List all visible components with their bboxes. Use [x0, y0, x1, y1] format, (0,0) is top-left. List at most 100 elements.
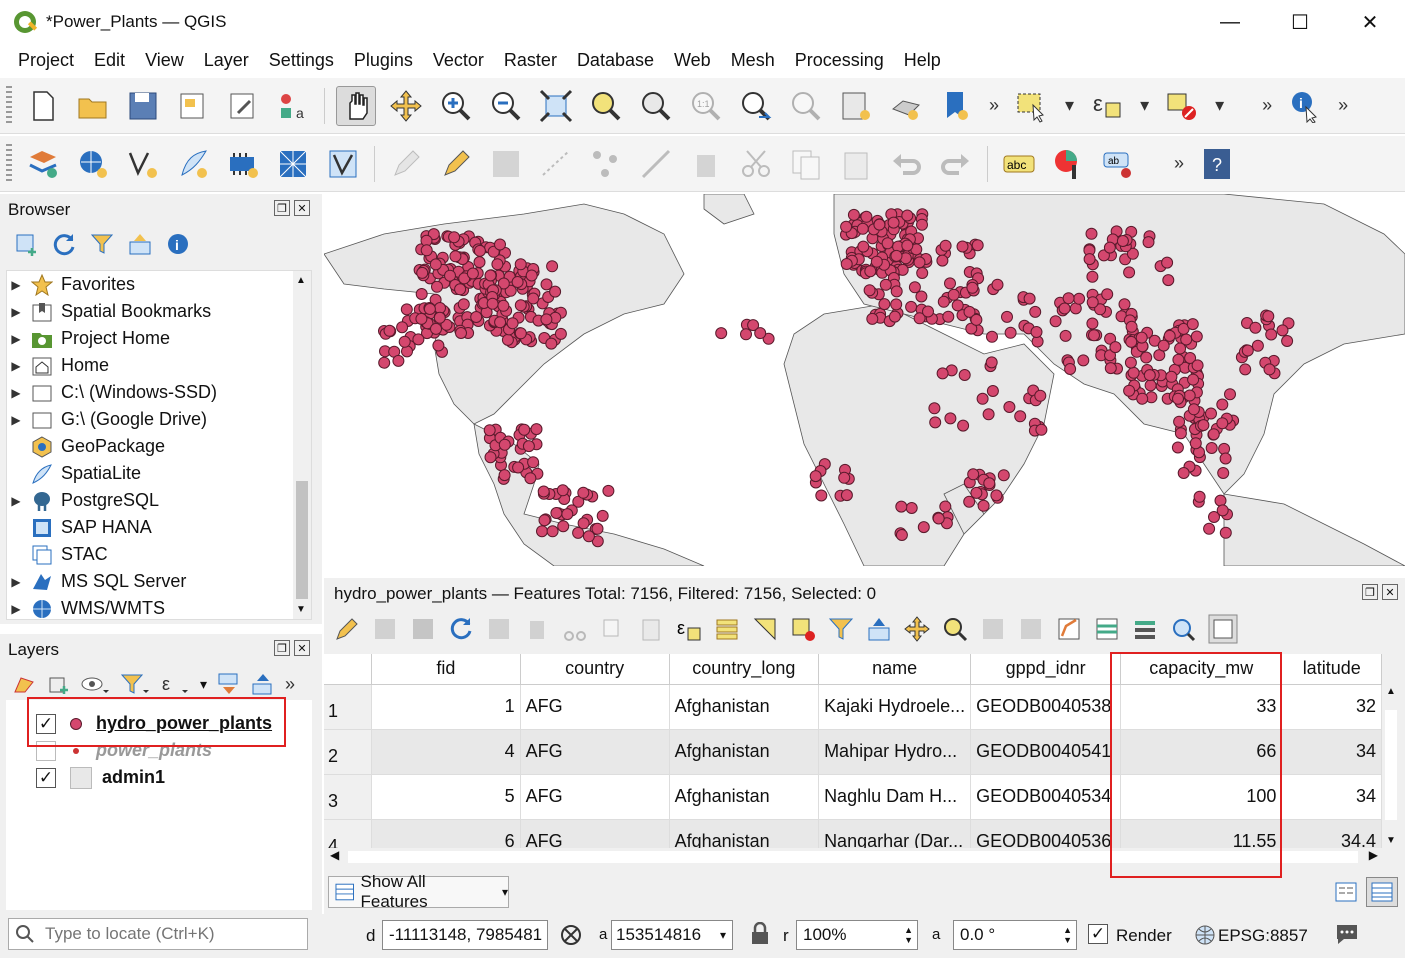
collapse-all-icon[interactable]	[128, 232, 152, 256]
zoom-full-icon[interactable]	[536, 86, 576, 126]
layer-labeling-icon[interactable]: abc	[999, 144, 1039, 184]
conditional-formatting-icon[interactable]	[1094, 616, 1120, 642]
cut-features-icon[interactable]	[736, 144, 776, 184]
data-source-manager-icon[interactable]	[23, 144, 63, 184]
toolbar-overflow-3-icon[interactable]: »	[1338, 95, 1348, 116]
cell-gppd-idnr[interactable]: GEODB0040541	[970, 729, 1122, 775]
menu-help[interactable]: Help	[894, 50, 951, 71]
new-shapefile-layer-icon[interactable]	[123, 144, 163, 184]
menu-raster[interactable]: Raster	[494, 50, 567, 71]
browser-item[interactable]: ▶ Home	[7, 352, 311, 379]
menu-settings[interactable]: Settings	[259, 50, 344, 71]
cell-gppd-idnr[interactable]: GEODB0040536	[970, 819, 1122, 848]
open-project-icon[interactable]	[73, 86, 113, 126]
new-memory-layer-icon[interactable]	[223, 144, 263, 184]
grid-vertical-scrollbar[interactable]: ▲ ▼	[1382, 684, 1400, 848]
close-panel-icon[interactable]: ✕	[294, 200, 310, 216]
paste-table-icon[interactable]	[638, 616, 664, 642]
pan-to-selected-icon[interactable]	[904, 616, 930, 642]
scale-dropdown-icon[interactable]: ▾	[720, 928, 726, 942]
layout-manager-icon[interactable]	[223, 86, 263, 126]
move-selection-top-icon[interactable]	[866, 616, 892, 642]
reload-table-icon[interactable]	[448, 616, 474, 642]
undo-icon[interactable]	[886, 144, 926, 184]
new-3d-map-view-icon[interactable]	[886, 86, 926, 126]
deselect-dropdown-icon[interactable]: ▾	[1215, 95, 1224, 116]
select-by-expression-icon[interactable]: ε	[1087, 86, 1127, 126]
menu-plugins[interactable]: Plugins	[344, 50, 423, 71]
browser-item[interactable]: ▶ WMS/WMTS	[7, 595, 311, 619]
new-virtual-vector-icon[interactable]	[323, 144, 363, 184]
menu-view[interactable]: View	[135, 50, 194, 71]
toggle-editing-table-icon[interactable]	[334, 616, 360, 642]
multi-edit-icon[interactable]	[372, 616, 398, 642]
style-panel-icon[interactable]	[12, 672, 36, 696]
crs-globe-icon[interactable]	[1194, 924, 1216, 946]
zoom-to-selection-icon[interactable]	[586, 86, 626, 126]
browser-item[interactable]: GeoPackage	[7, 433, 311, 460]
add-group-icon[interactable]	[46, 672, 70, 696]
digitize-line-icon[interactable]	[536, 144, 576, 184]
expression-dropdown-icon[interactable]: ▾	[1140, 95, 1149, 116]
toolbar-overflow-2-icon[interactable]: »	[1262, 95, 1272, 116]
row-number[interactable]: 2	[324, 729, 373, 775]
cell-fid[interactable]: 6	[371, 819, 521, 848]
new-map-view-icon[interactable]	[836, 86, 876, 126]
zoom-native-icon[interactable]: 1:1	[686, 86, 726, 126]
save-project-icon[interactable]	[123, 86, 163, 126]
cell-name[interactable]: Naghlu Dam H...	[818, 774, 972, 820]
column-header-country-long[interactable]: country_long	[669, 654, 820, 685]
refresh-icon[interactable]	[52, 232, 76, 256]
organize-columns-icon[interactable]	[1132, 616, 1158, 642]
menu-web[interactable]: Web	[664, 50, 721, 71]
identify-features-icon[interactable]: i	[1285, 86, 1325, 126]
dock-table-icon[interactable]	[1208, 614, 1238, 644]
cell-name[interactable]: Mahipar Hydro...	[818, 729, 972, 775]
expand-arrow-icon[interactable]: ▶	[7, 575, 25, 589]
expression-dropdown-arrow-icon[interactable]: ▾	[200, 676, 207, 693]
manage-visibility-icon[interactable]	[80, 672, 110, 696]
field-calculator-icon[interactable]	[1056, 616, 1082, 642]
magnifier-field[interactable]: 100% ▲ ▼	[796, 920, 918, 950]
filter-expression-icon[interactable]: ε	[160, 672, 190, 696]
column-header-latitude[interactable]: latitude	[1281, 654, 1382, 685]
world-map[interactable]	[324, 194, 1405, 566]
menu-edit[interactable]: Edit	[84, 50, 135, 71]
expand-all-icon[interactable]	[217, 672, 241, 696]
show-all-features-button[interactable]: Show All Features ▾	[328, 872, 509, 911]
delete-field-icon[interactable]	[1018, 616, 1044, 642]
new-geopackage-layer-icon[interactable]	[73, 144, 113, 184]
locator-input[interactable]	[45, 924, 295, 944]
new-virtual-layer-icon[interactable]	[273, 144, 313, 184]
filter-legend-icon[interactable]	[120, 672, 150, 696]
copy-table-icon[interactable]	[600, 616, 626, 642]
toolbar-grip-2[interactable]	[6, 143, 12, 184]
browser-item[interactable]: ▶ G:\ (Google Drive)	[7, 406, 311, 433]
select-dropdown-icon[interactable]: ▾	[1065, 95, 1074, 116]
cell-country[interactable]: AFG	[520, 684, 670, 730]
cell-fid[interactable]: 1	[371, 684, 521, 730]
undock-table-icon[interactable]: ❐	[1362, 584, 1378, 600]
invert-selection-icon[interactable]	[752, 616, 778, 642]
expand-arrow-icon[interactable]: ▶	[7, 359, 25, 373]
render-checkbox[interactable]: ✓	[1088, 924, 1108, 944]
expand-arrow-icon[interactable]: ▶	[7, 413, 25, 427]
column-header-fid[interactable]: fid	[371, 654, 521, 685]
cell-latitude[interactable]: 34	[1281, 774, 1382, 820]
layer-diagram-icon[interactable]	[1049, 144, 1089, 184]
magnifier-spinner-icon[interactable]: ▲ ▼	[904, 925, 913, 945]
browser-item[interactable]: ▶ MS SQL Server	[7, 568, 311, 595]
vertex-tool-icon[interactable]	[586, 144, 626, 184]
undock-layers-icon[interactable]: ❐	[274, 640, 290, 656]
modify-attributes-icon[interactable]	[636, 144, 676, 184]
minimize-button[interactable]: —	[1195, 0, 1265, 44]
menu-database[interactable]: Database	[567, 50, 664, 71]
cell-country-long[interactable]: Afghanistan	[669, 684, 820, 730]
redo-icon[interactable]	[936, 144, 976, 184]
pan-to-selection-icon[interactable]	[386, 86, 426, 126]
properties-info-icon[interactable]: i	[166, 232, 190, 256]
zoom-to-selected-icon[interactable]	[942, 616, 968, 642]
add-feature-icon[interactable]	[486, 616, 512, 642]
map-canvas[interactable]	[324, 194, 1405, 566]
browser-item[interactable]: SpatiaLite	[7, 460, 311, 487]
